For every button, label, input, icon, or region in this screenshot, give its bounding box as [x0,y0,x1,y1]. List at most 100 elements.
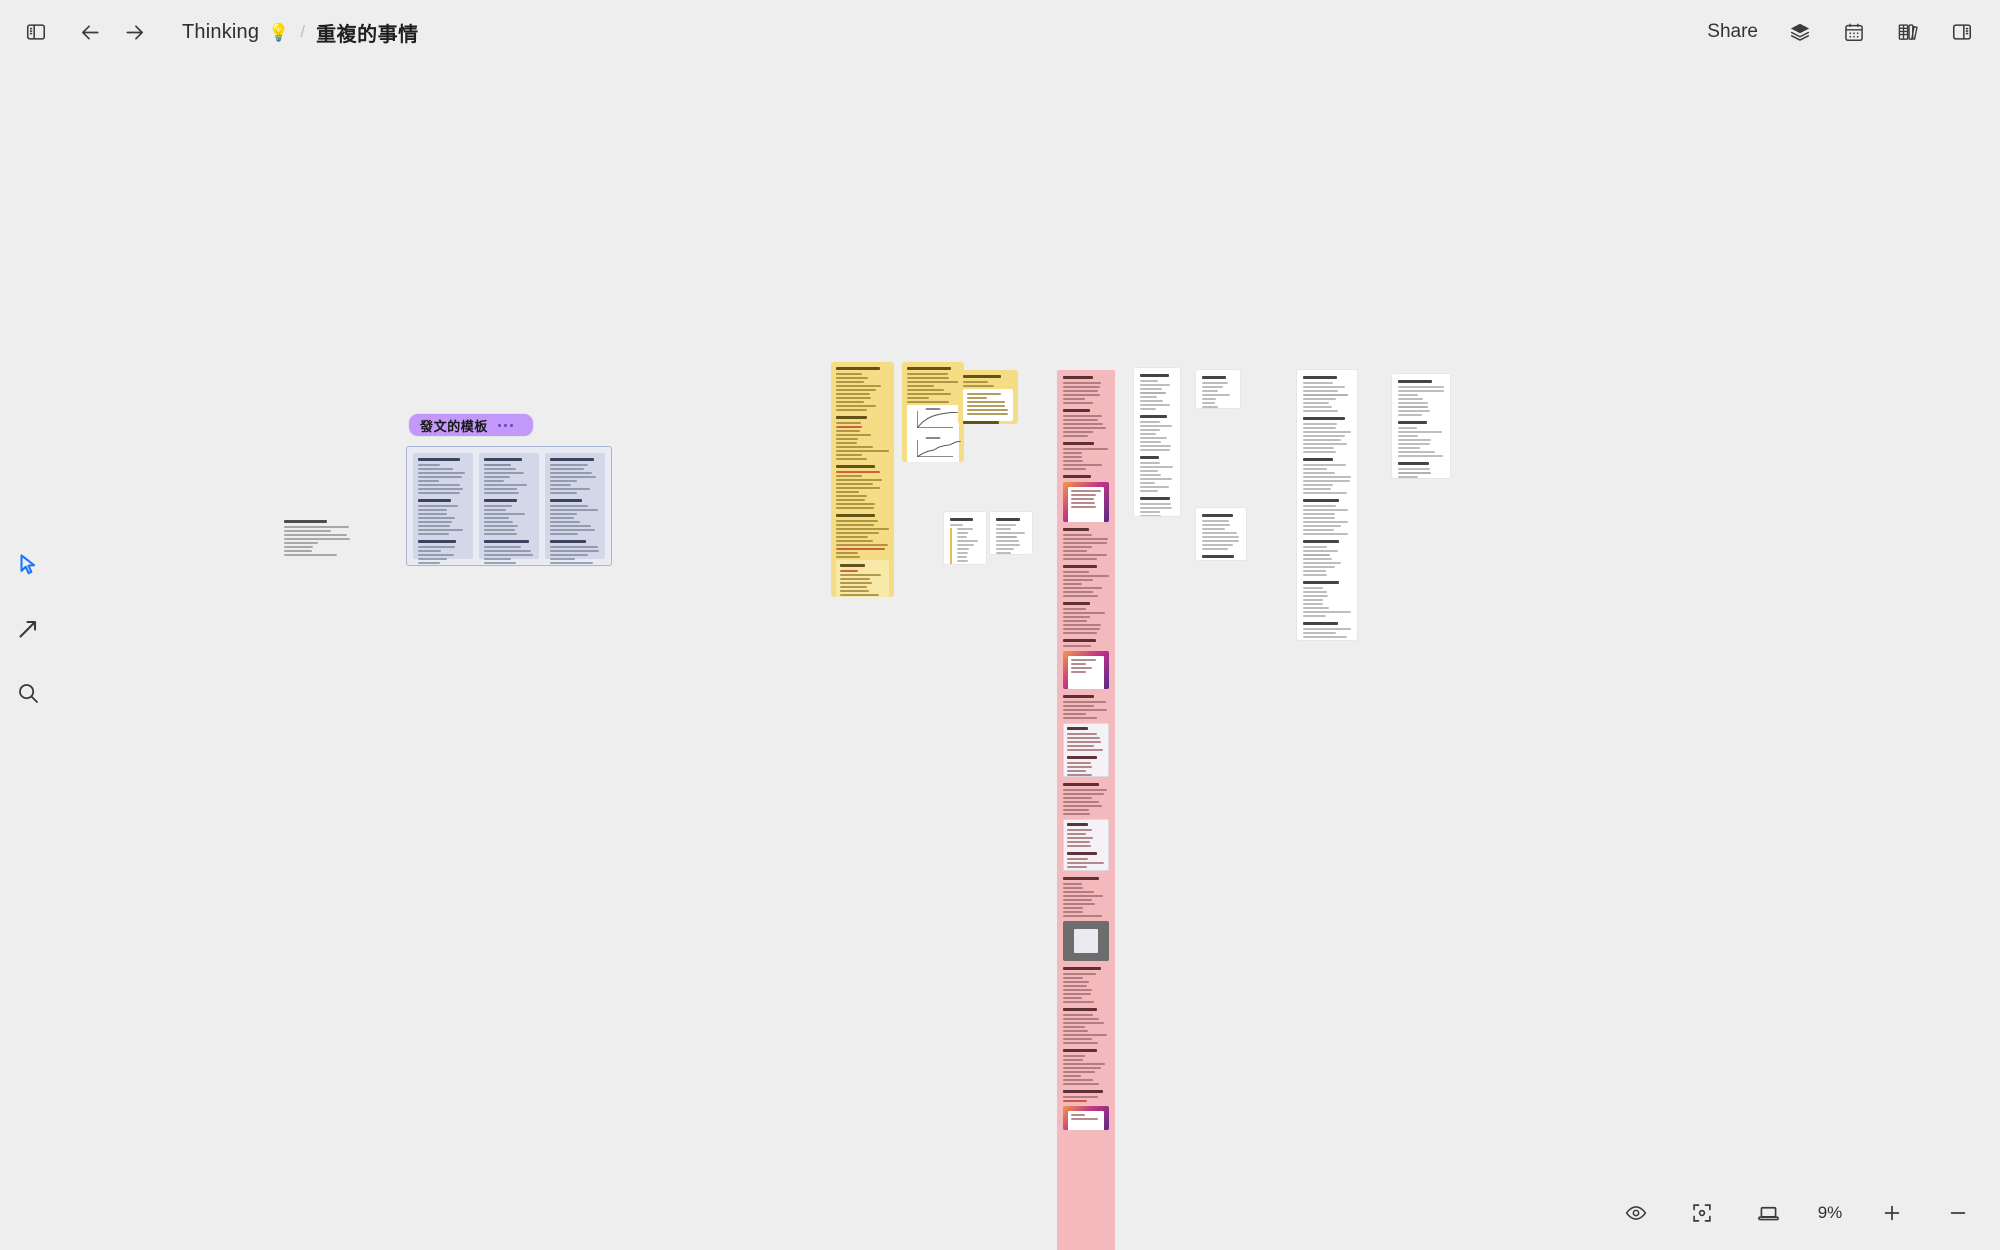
search-tool[interactable] [11,676,45,710]
embedded-screenshot-gradient[interactable] [1063,482,1109,522]
text-line [484,558,511,560]
text-line [484,546,522,548]
text-line [1063,1026,1086,1028]
canvas-card-pink-long[interactable] [1057,370,1115,1250]
embedded-screenshot-gradient[interactable] [1063,1106,1109,1130]
panel-right-icon[interactable] [1940,10,1984,54]
canvas-card-white-column-b[interactable] [1196,370,1240,408]
text-line [836,430,861,432]
embedded-video-thumbnail[interactable] [1063,921,1109,961]
calendar-icon[interactable] [1832,10,1876,54]
text-line [1063,616,1090,618]
layers-icon[interactable] [1778,10,1822,54]
arrow-left-icon[interactable] [68,10,112,54]
text-line [1202,402,1215,404]
template-column-3[interactable] [545,453,605,564]
text-line [1398,468,1430,470]
canvas-card-white-column-e[interactable] [1392,374,1450,478]
text-line [484,484,528,486]
share-button[interactable]: Share [1697,17,1768,47]
canvas-template-frame[interactable] [406,446,612,566]
embedded-screenshot-gradient[interactable] [1063,651,1109,689]
canvas-note-left-text[interactable] [284,520,350,556]
three-dots-icon[interactable] [498,423,514,427]
canvas-card-yellow-chart[interactable] [902,362,964,462]
library-icon[interactable] [1886,10,1930,54]
eye-icon[interactable] [1614,1191,1658,1235]
nested-white-block[interactable] [963,389,1013,421]
text-line [1398,421,1427,424]
text-line [1063,1075,1082,1077]
text-line [1063,1034,1107,1036]
zoom-level-value[interactable]: 9% [1812,1203,1848,1223]
text-line [550,472,593,474]
canvas-card-white-column-a[interactable] [1134,368,1180,516]
text-line [1063,1067,1102,1069]
panel-left-icon[interactable] [14,10,58,54]
page-title[interactable]: 重複的事情 [316,18,419,47]
text-line [1303,550,1338,552]
text-line [484,529,515,531]
text-line [1063,1038,1092,1040]
text-line [967,393,1001,395]
arrow-right-icon[interactable] [112,10,156,54]
text-line [1140,441,1162,443]
tag-label: 發文的模板 [420,418,489,434]
text-line [1140,437,1168,439]
text-line [1063,793,1104,795]
canvas-card-white-small-right[interactable] [990,512,1032,554]
canvas-card-white-column-d[interactable] [1297,370,1357,640]
template-column-2[interactable] [479,453,539,564]
text-line [1303,566,1335,568]
canvas-card-white-column-c[interactable] [1196,508,1246,560]
text-line [1067,852,1098,855]
text-line [418,546,456,548]
laptop-icon[interactable] [1746,1191,1790,1235]
text-line [1202,382,1229,384]
text-line [836,458,868,460]
text-line [836,520,878,522]
text-line [1303,603,1324,605]
arrow-connector-tool[interactable] [11,612,45,646]
zoom-in-button[interactable] [1870,1191,1914,1235]
zoom-out-button[interactable] [1936,1191,1980,1235]
chart-series-line [917,412,961,428]
text-line [1140,490,1158,492]
text-line [1063,612,1105,614]
text-line [957,536,968,538]
text-line [963,381,988,383]
focus-frame-icon[interactable] [1680,1191,1724,1235]
embedded-screenshot-document[interactable] [1063,723,1109,777]
text-line [1063,427,1106,429]
text-line [967,405,1006,407]
text-line [950,524,964,526]
nested-yellow-block[interactable] [836,560,889,597]
select-cursor-tool[interactable] [11,548,45,582]
embedded-chart-image[interactable] [907,405,961,462]
text-line [1202,536,1240,538]
text-line [1303,587,1323,589]
text-line [418,480,439,482]
canvas-card-yellow-small[interactable] [958,370,1018,424]
canvas-tag-post-template[interactable]: 發文的模板 [409,414,533,436]
text-line [1063,1001,1094,1003]
text-line [1067,837,1094,839]
text-line [1063,877,1099,880]
text-line [950,518,974,521]
text-line [1398,431,1442,433]
text-line [957,532,968,534]
text-line [1303,427,1336,429]
embedded-screenshot-table[interactable] [1063,819,1109,871]
text-line [1063,460,1084,462]
canvas-card-white-small-left[interactable] [944,512,986,564]
text-line [1071,659,1097,661]
template-column-1[interactable] [413,453,473,564]
infinite-canvas[interactable]: 發文的模板 [0,0,2000,1250]
text-line [836,434,872,436]
canvas-card-yellow-tall[interactable] [831,362,894,597]
breadcrumb-workspace[interactable]: Thinking [182,21,259,44]
text-line [1303,574,1327,576]
text-line [1140,503,1172,505]
text-line [418,521,452,523]
text-line [1063,587,1102,589]
